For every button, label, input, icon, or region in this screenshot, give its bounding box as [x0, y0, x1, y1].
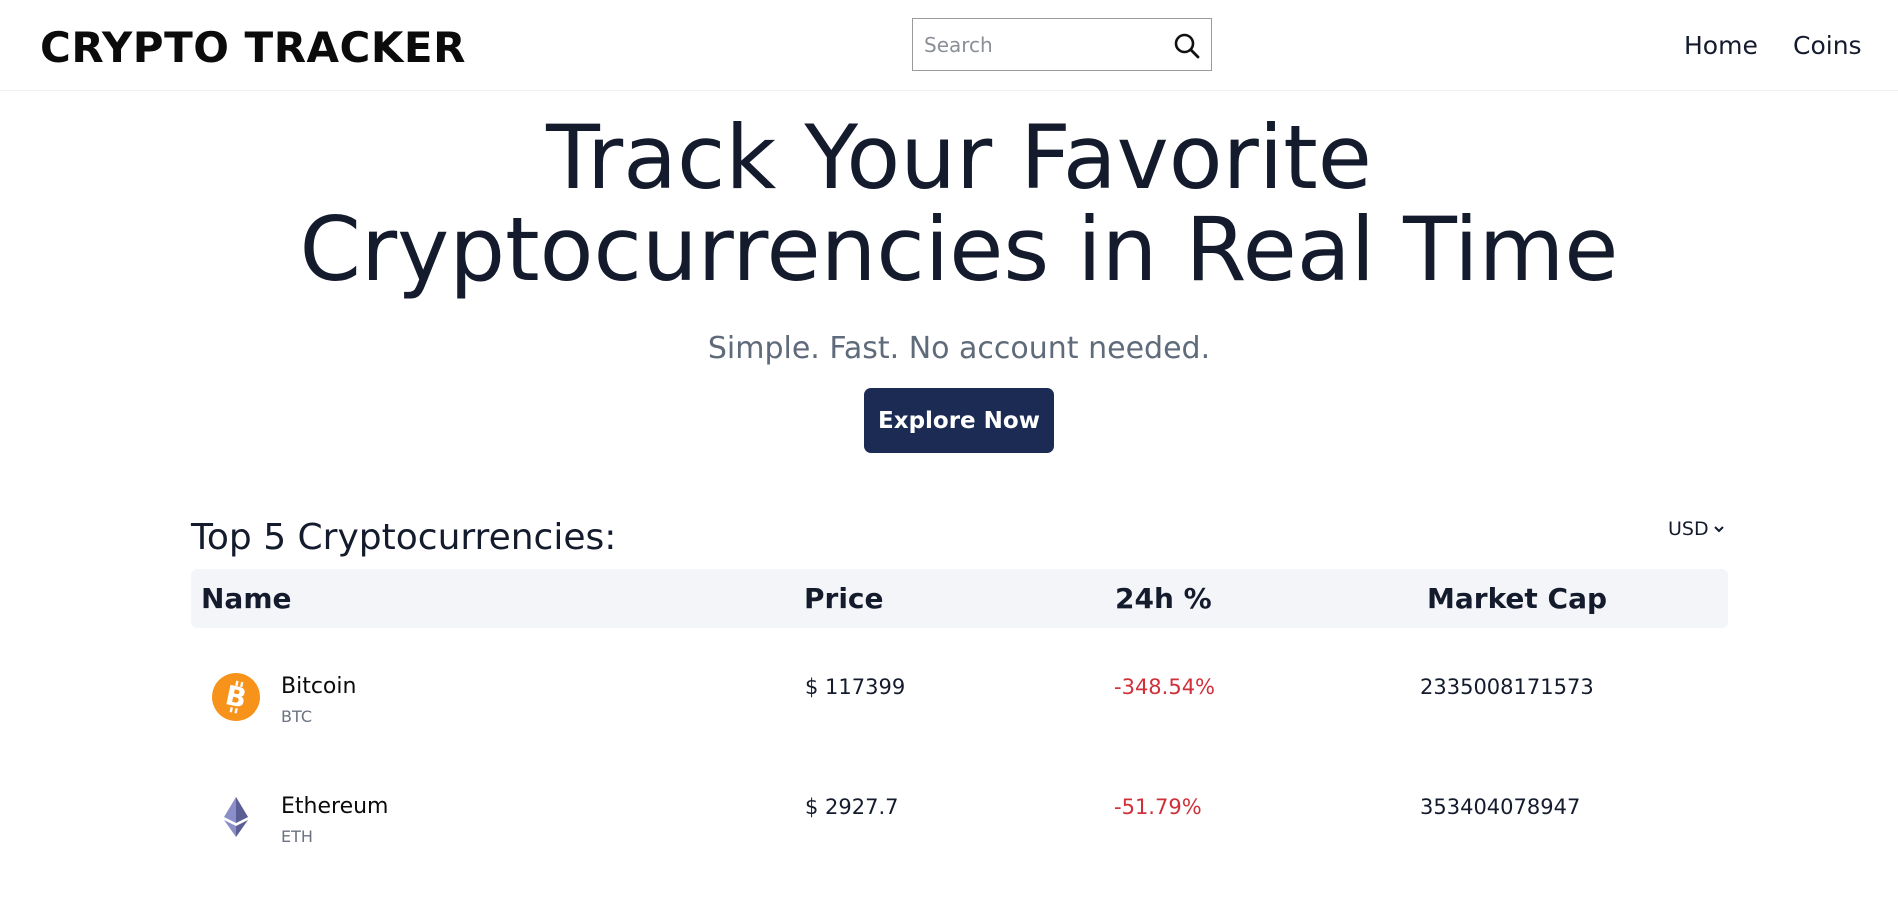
- coin-change-24h: -51.79%: [1114, 795, 1202, 819]
- table-row[interactable]: Ethereum ETH $ 2927.7 -51.79% 3534040789…: [191, 792, 1728, 892]
- coin-change-24h: -348.54%: [1114, 675, 1216, 699]
- currency-value: USD: [1668, 518, 1709, 540]
- column-header-name: Name: [201, 582, 292, 615]
- nav-coins-link[interactable]: Coins: [1793, 28, 1862, 64]
- column-header-change: 24h %: [1115, 582, 1212, 615]
- coin-price: $ 2927.7: [805, 795, 899, 819]
- coin-symbol: BTC: [281, 707, 312, 726]
- coin-name: Ethereum: [281, 794, 389, 819]
- chevron-down-icon: [1713, 516, 1725, 542]
- coin-price: $ 117399: [805, 675, 906, 699]
- coin-name: Bitcoin: [281, 674, 357, 699]
- nav-home-link[interactable]: Home: [1684, 28, 1758, 64]
- currency-select[interactable]: USD: [1668, 516, 1725, 542]
- column-header-market-cap: Market Cap: [1427, 582, 1608, 615]
- search-box: [912, 18, 1212, 71]
- table-header: Name Price 24h % Market Cap: [191, 569, 1728, 628]
- bitcoin-icon: B: [211, 672, 261, 722]
- search-input[interactable]: [913, 19, 1163, 70]
- search-icon[interactable]: [1172, 31, 1202, 61]
- section-title: Top 5 Cryptocurrencies:: [191, 517, 617, 558]
- coin-market-cap: 353404078947: [1420, 795, 1581, 819]
- coin-symbol: ETH: [281, 827, 313, 846]
- coin-market-cap: 2335008171573: [1420, 675, 1594, 699]
- brand-logo[interactable]: CRYPTO TRACKER: [40, 22, 466, 74]
- hero-title: Track Your Favorite Cryptocurrencies in …: [0, 112, 1898, 296]
- hero-title-line-1: Track Your Favorite: [546, 106, 1372, 209]
- hero-title-line-2: Cryptocurrencies in Real Time: [299, 198, 1619, 301]
- table-row[interactable]: B Bitcoin BTC $ 117399 -348.54% 23350081…: [191, 672, 1728, 772]
- hero-subtitle: Simple. Fast. No account needed.: [707, 331, 1211, 366]
- explore-now-button[interactable]: Explore Now: [864, 388, 1054, 453]
- ethereum-icon: [211, 792, 261, 842]
- column-header-price: Price: [804, 582, 884, 615]
- top-navbar: CRYPTO TRACKER Home Coins: [0, 0, 1898, 91]
